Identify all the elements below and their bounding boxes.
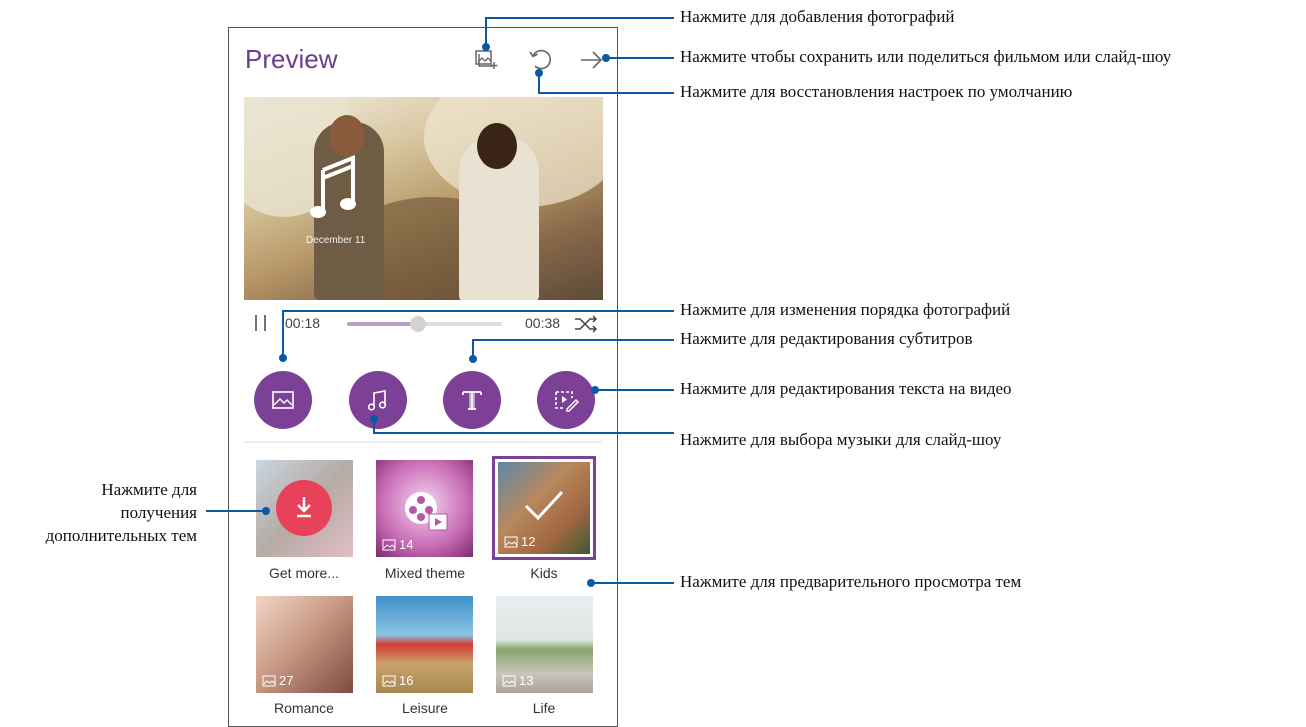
- download-icon: [297, 497, 311, 518]
- image-icon: [382, 675, 396, 686]
- annotation-reorder: Нажмите для изменения порядка фотографий: [680, 300, 1011, 319]
- checkmark-icon: [524, 490, 564, 521]
- pause-icon[interactable]: [253, 314, 269, 332]
- annotation-get-themes: Нажмите для получения дополнительных тем: [45, 480, 197, 545]
- theme-tile-mixed[interactable]: 14: [376, 460, 473, 557]
- theme-tile-get-more[interactable]: [256, 460, 353, 557]
- annotation-add-photos: Нажмите для добавления фотографий: [680, 7, 955, 26]
- phone-screen: Preview December 11 00:18 00:38 Get more…: [228, 27, 618, 727]
- image-icon: [272, 391, 294, 409]
- theme-label-leisure: Leisure: [402, 700, 448, 716]
- theme-tile-leisure[interactable]: 16: [376, 596, 473, 693]
- theme-tile-romance[interactable]: 27: [256, 596, 353, 693]
- slide-date-label: December 11: [306, 235, 366, 246]
- reorder-photos-button[interactable]: [254, 371, 312, 429]
- progress-track[interactable]: [347, 316, 502, 332]
- annotation-preview-themes: Нажмите для предварительного просмотра т…: [680, 572, 1022, 591]
- divider: [244, 441, 602, 443]
- theme-label-kids: Kids: [530, 565, 558, 581]
- annotation-video-text: Нажмите для редактирования текста на вид…: [680, 379, 1012, 398]
- slideshow-preview-image[interactable]: December 11: [244, 97, 603, 300]
- image-icon: [502, 675, 516, 686]
- edit-frame-icon: [555, 391, 580, 412]
- image-icon: [504, 536, 518, 547]
- photo-count: 13: [502, 673, 533, 688]
- annotation-subtitles: Нажмите для редактирования субтитров: [680, 329, 973, 348]
- photo-count: 27: [262, 673, 293, 688]
- playback-bar: 00:18 00:38: [229, 310, 617, 340]
- film-reel-icon: [405, 492, 448, 531]
- total-time: 00:38: [525, 315, 561, 331]
- elapsed-time: 00:18: [285, 315, 321, 331]
- theme-label-get-more: Get more...: [268, 565, 340, 581]
- theme-label-romance: Romance: [274, 700, 334, 716]
- theme-tile-life[interactable]: 13: [496, 596, 593, 693]
- text-t-icon: [462, 391, 482, 410]
- music-note-icon: [367, 390, 387, 411]
- theme-label-life: Life: [532, 700, 556, 716]
- subtitles-button[interactable]: [443, 371, 501, 429]
- progress-fill: [347, 322, 419, 326]
- music-note-icon: [310, 155, 356, 218]
- share-arrow-icon[interactable]: [579, 47, 605, 73]
- image-icon: [262, 675, 276, 686]
- video-text-button[interactable]: [537, 371, 595, 429]
- photo-count: 14: [382, 537, 413, 552]
- photo-count: 12: [504, 534, 535, 549]
- theme-tile-kids[interactable]: 12: [498, 462, 590, 554]
- theme-label-mixed: Mixed theme: [384, 565, 466, 581]
- page-title: Preview: [245, 44, 338, 74]
- progress-handle[interactable]: [410, 316, 427, 332]
- shuffle-icon[interactable]: [573, 313, 599, 335]
- annotation-save-share: Нажмите чтобы сохранить или поделиться ф…: [680, 47, 1172, 66]
- download-button[interactable]: [276, 480, 332, 536]
- annotation-music: Нажмите для выбора музыки для слайд-шоу: [680, 430, 1002, 449]
- photo-count: 16: [382, 673, 413, 688]
- music-button[interactable]: [349, 371, 407, 429]
- image-icon: [382, 539, 396, 550]
- annotation-reset: Нажмите для восстановления настроек по у…: [680, 82, 1073, 101]
